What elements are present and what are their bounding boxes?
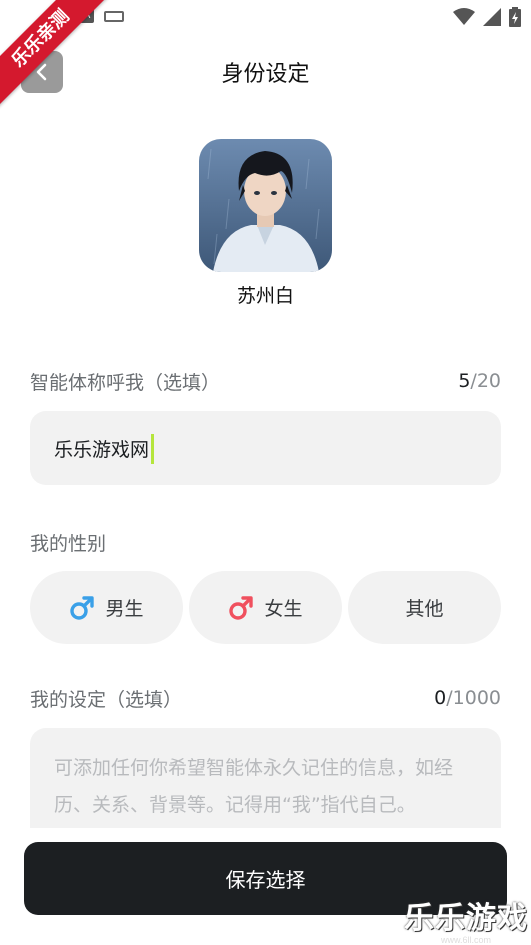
character-name: 苏州白 xyxy=(236,285,294,307)
nickname-input[interactable]: 乐乐游戏网 xyxy=(30,411,501,485)
nickname-value: 乐乐游戏网 xyxy=(54,439,150,461)
wifi-icon xyxy=(453,8,475,25)
keyboard-icon xyxy=(104,10,124,22)
page-title: 身份设定 xyxy=(221,62,310,87)
nickname-count-max: /20 xyxy=(470,370,501,392)
gender-option-male[interactable]: 男生 xyxy=(30,571,183,644)
nickname-value-wrap: 乐乐游戏网 xyxy=(54,433,155,466)
nickname-label: 智能体称呼我（选填） xyxy=(30,372,221,394)
nickname-counter: 5/20 xyxy=(458,370,501,392)
settings-counter: 0/1000 xyxy=(434,687,501,709)
save-button-label: 保存选择 xyxy=(225,868,306,892)
gender-option-female[interactable]: 女生 xyxy=(189,571,342,644)
settings-placeholder: 可添加任何你希望智能体永久记住的信息，如经历、关系、背景等。记得用“我”指代自己… xyxy=(54,757,454,816)
gender-option-label: 其他 xyxy=(405,598,444,620)
gender-label: 我的性别 xyxy=(30,533,107,555)
battery-icon xyxy=(509,7,521,27)
text-caret xyxy=(151,433,155,464)
female-icon xyxy=(229,595,254,620)
settings-count-max: /1000 xyxy=(446,687,501,709)
status-right-icons xyxy=(453,7,521,27)
settings-textarea[interactable]: 可添加任何你希望智能体永久记住的信息，如经历、关系、背景等。记得用“我”指代自己… xyxy=(30,728,501,828)
watermark-text: 乐乐游戏 xyxy=(404,901,528,936)
character-avatar[interactable] xyxy=(199,139,332,272)
signal-icon xyxy=(483,8,501,26)
settings-label: 我的设定（选填） xyxy=(30,689,183,711)
male-icon xyxy=(70,595,95,620)
site-watermark: 乐乐游戏 www.6ll.com xyxy=(404,893,528,945)
gender-option-label: 男生 xyxy=(105,598,144,620)
settings-count-current: 0 xyxy=(434,687,447,709)
gender-option-label: 女生 xyxy=(264,598,303,620)
avatar-illustration xyxy=(199,139,332,272)
gender-option-other[interactable]: 其他 xyxy=(348,571,501,644)
nickname-count-current: 5 xyxy=(458,370,471,392)
